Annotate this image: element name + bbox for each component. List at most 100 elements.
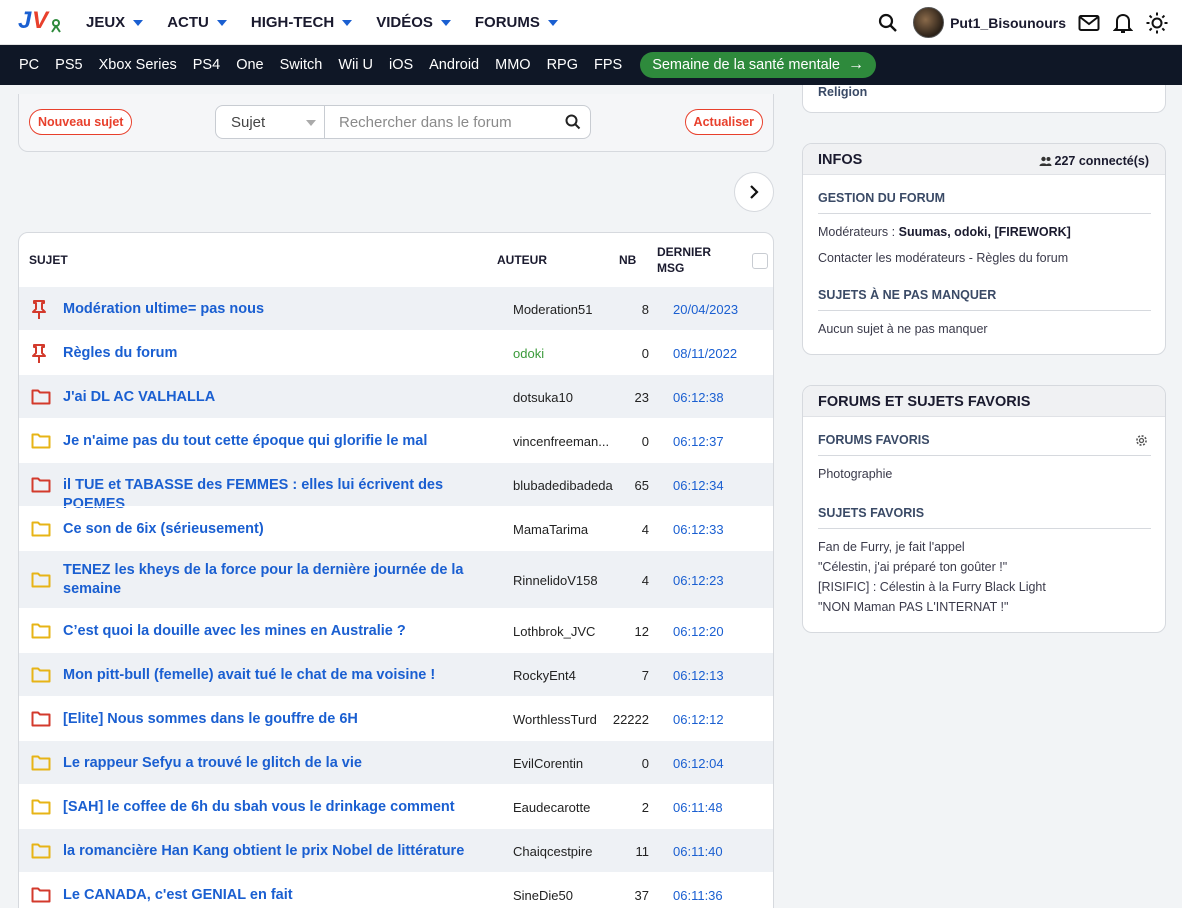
topic-last-message[interactable]: 06:11:36 (673, 888, 723, 903)
platform-ps5[interactable]: PS5 (55, 57, 82, 73)
search-type-select[interactable]: Sujet (215, 105, 325, 139)
new-topic-button[interactable]: Nouveau sujet (29, 109, 133, 135)
platform-switch[interactable]: Switch (280, 57, 323, 73)
folder-hot-icon (31, 476, 51, 494)
search-icon[interactable] (565, 114, 581, 130)
table-row[interactable]: la romancière Han Kang obtient le prix N… (19, 828, 773, 872)
topic-title[interactable]: TENEZ les kheys de la force pour la dern… (63, 561, 503, 599)
user-menu[interactable]: Put1_Bisounours (913, 7, 1066, 38)
theme-sun-icon[interactable] (1146, 12, 1168, 34)
topic-author[interactable]: dotsuka10 (513, 390, 613, 405)
topic-title[interactable]: la romancière Han Kang obtient le prix N… (63, 842, 503, 861)
nav-videos[interactable]: VIDÉOS (376, 14, 451, 31)
topic-author[interactable]: MamaTarima (513, 522, 613, 537)
topic-title[interactable]: Règles du forum (63, 344, 503, 363)
favorite-topics-title: SUJETS FAVORIS (818, 506, 925, 520)
topic-author[interactable]: SineDie50 (513, 888, 613, 903)
topic-author[interactable]: blubadedibadeda (513, 478, 613, 493)
forum-search-input[interactable] (325, 105, 591, 139)
platform-fps[interactable]: FPS (594, 57, 622, 73)
table-row[interactable]: il TUE et TABASSE des FEMMES : elles lui… (19, 462, 773, 512)
topic-last-message[interactable]: 06:11:40 (673, 844, 723, 859)
topic-title[interactable]: [Elite] Nous sommes dans le gouffre de 6… (63, 710, 503, 729)
topic-title[interactable]: Modération ultime= pas nous (63, 300, 503, 319)
moderators-list[interactable]: Suumas, odoki, [FIREWORK] (899, 225, 1071, 239)
topic-last-message[interactable]: 06:12:23 (673, 573, 724, 588)
topic-last-message[interactable]: 08/11/2022 (673, 346, 737, 361)
topic-title[interactable]: Le CANADA, c'est GENIAL en fait (63, 886, 503, 905)
platform-xbox-series[interactable]: Xbox Series (99, 57, 177, 73)
favorite-topic-item[interactable]: Fan de Furry, je fait l'appel (818, 540, 965, 554)
table-row[interactable]: J'ai DL AC VALHALLA dotsuka10 23 06:12:38 (19, 374, 773, 418)
platform-wii-u[interactable]: Wii U (338, 57, 373, 73)
favorite-topic-item[interactable]: "Célestin, j'ai préparé ton goûter !" (818, 560, 1007, 574)
topic-last-message[interactable]: 06:12:38 (673, 390, 724, 405)
topic-last-message[interactable]: 06:12:13 (673, 668, 724, 683)
bell-icon[interactable] (1112, 12, 1134, 34)
topic-last-message[interactable]: 06:12:34 (673, 478, 724, 493)
topic-title[interactable]: Le rappeur Sefyu a trouvé le glitch de l… (63, 754, 503, 773)
nav-high-tech[interactable]: HIGH-TECH (251, 14, 353, 31)
platform-mmo[interactable]: MMO (495, 57, 530, 73)
promo-button[interactable]: Semaine de la santé mentale → (640, 52, 877, 78)
favorite-topic-item[interactable]: "NON Maman PAS L'INTERNAT !" (818, 600, 1008, 614)
table-row[interactable]: Le CANADA, c'est GENIAL en fait SineDie50… (19, 872, 773, 908)
must-see-text: Aucun sujet à ne pas manquer (818, 322, 988, 336)
table-row[interactable]: Modération ultime= pas nous Moderation51 8… (19, 286, 773, 330)
favorite-forum-item[interactable]: Photographie (818, 467, 892, 481)
platform-rpg[interactable]: RPG (547, 57, 578, 73)
platform-one[interactable]: One (236, 57, 263, 73)
topic-author[interactable]: Chaiqcestpire (513, 844, 613, 859)
topic-title[interactable]: Mon pitt-bull (femelle) avait tué le cha… (63, 666, 503, 685)
category-religion[interactable]: Religion (818, 85, 867, 99)
topic-author[interactable]: vincenfreeman... (513, 434, 613, 449)
gear-icon[interactable] (1135, 434, 1148, 447)
table-row[interactable]: [SAH] le coffee de 6h du sbah vous le dr… (19, 784, 773, 828)
topic-title[interactable]: [SAH] le coffee de 6h du sbah vous le dr… (63, 798, 503, 817)
table-row[interactable]: [Elite] Nous sommes dans le gouffre de 6… (19, 696, 773, 740)
mail-icon[interactable] (1078, 12, 1100, 34)
chevron-down-icon (216, 19, 227, 26)
table-row[interactable]: Mon pitt-bull (femelle) avait tué le cha… (19, 652, 773, 696)
platform-pc[interactable]: PC (19, 57, 39, 73)
platform-android[interactable]: Android (429, 57, 479, 73)
topic-title[interactable]: C’est quoi la douille avec les mines en … (63, 622, 503, 641)
table-row[interactable]: C’est quoi la douille avec les mines en … (19, 608, 773, 652)
topic-author[interactable]: EvilCorentin (513, 756, 613, 771)
topic-author[interactable]: RockyEnt4 (513, 668, 613, 683)
table-row[interactable]: Règles du forum odoki 0 08/11/2022 (19, 330, 773, 374)
topic-last-message[interactable]: 06:12:04 (673, 756, 724, 771)
topic-last-message[interactable]: 06:11:48 (673, 800, 723, 815)
topic-last-message[interactable]: 06:12:20 (673, 624, 724, 639)
topic-author[interactable]: odoki (513, 346, 613, 361)
select-all-checkbox[interactable] (752, 253, 768, 269)
next-page-button[interactable] (734, 172, 774, 212)
topic-author[interactable]: WorthlessTurd (513, 712, 613, 727)
nav-jeux[interactable]: JEUX (86, 14, 144, 31)
topic-last-message[interactable]: 06:12:37 (673, 434, 724, 449)
topic-title[interactable]: Je n'aime pas du tout cette époque qui g… (63, 432, 503, 451)
nav-actu[interactable]: ACTU (167, 14, 227, 31)
platform-ios[interactable]: iOS (389, 57, 413, 73)
contact-links[interactable]: Contacter les modérateurs - Règles du fo… (818, 251, 1068, 265)
topic-last-message[interactable]: 06:12:12 (673, 712, 724, 727)
topic-author[interactable]: Lothbrok_JVC (513, 624, 613, 639)
topic-last-message[interactable]: 20/04/2023 (673, 302, 738, 317)
platform-ps4[interactable]: PS4 (193, 57, 220, 73)
site-logo[interactable]: JV (18, 7, 62, 37)
favorite-topic-item[interactable]: [RISIFIC] : Célestin à la Furry Black Li… (818, 580, 1046, 594)
nav-forums[interactable]: FORUMS (475, 14, 558, 31)
topic-title[interactable]: J'ai DL AC VALHALLA (63, 388, 503, 407)
topic-author[interactable]: Eaudecarotte (513, 800, 613, 815)
refresh-button[interactable]: Actualiser (684, 109, 763, 135)
topic-author[interactable]: Moderation51 (513, 302, 613, 317)
topic-author[interactable]: RinnelidoV158 (513, 573, 613, 588)
table-row[interactable]: Ce son de 6ix (sérieusement) MamaTarima 4 0… (19, 506, 773, 550)
topic-reply-count: 22222 (612, 712, 649, 727)
search-icon[interactable] (877, 12, 899, 34)
topic-last-message[interactable]: 06:12:33 (673, 522, 724, 537)
table-row[interactable]: Le rappeur Sefyu a trouvé le glitch de l… (19, 740, 773, 784)
topic-title[interactable]: Ce son de 6ix (sérieusement) (63, 520, 503, 539)
table-row[interactable]: Je n'aime pas du tout cette époque qui g… (19, 418, 773, 462)
table-row[interactable]: TENEZ les kheys de la force pour la dern… (19, 550, 773, 608)
